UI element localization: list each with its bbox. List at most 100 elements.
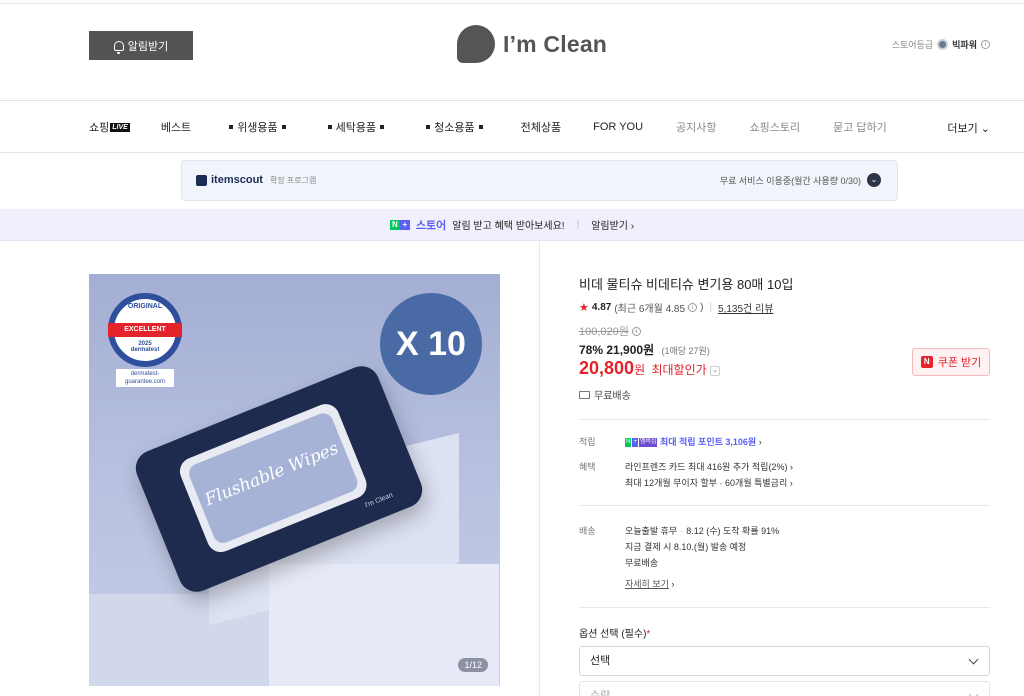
original-price-value: 100,020원 <box>579 326 629 338</box>
original-price: 100,020원 i <box>579 323 641 339</box>
square-bullet-icon <box>380 125 385 129</box>
nav-item-label: 묻고 답하기 <box>833 122 887 134</box>
discount-price-value: 21,900원 <box>606 343 655 357</box>
banner-link-label: 알림받기 <box>591 221 628 232</box>
store-grade-name: 빅파워 <box>952 40 977 50</box>
square-bullet-icon <box>281 125 286 129</box>
rating-recent: (최근 6개월 4.85 <box>614 304 686 315</box>
product-image[interactable]: Flushable Wipes I'm Clean X 10 ORIGINAL … <box>89 274 500 686</box>
nav-item-label: 전체상품 <box>520 122 562 134</box>
rating-recent-close: ) <box>700 302 704 313</box>
benefit-line-2[interactable]: 최대 12개월 무이자 할부 · 60개월 특별금리 › <box>625 476 793 489</box>
nav-item-label: 쇼핑스토리 <box>749 122 801 134</box>
membership-tag: 멤버십 <box>638 438 658 448</box>
quantity-select[interactable]: 수량 <box>579 681 990 696</box>
final-price[interactable]: 20,800원 최대할인가 ⌄ <box>579 358 720 379</box>
brand-name: I’m Clean <box>503 30 608 57</box>
nav-item-cleaning[interactable]: 청소용품 <box>422 119 486 135</box>
delivery-eta: 8.12 (수) 도착 확률 91% <box>686 526 780 536</box>
delivery-line-2: 지금 결제 시 8.10.(월) 발송 예정 <box>625 542 747 552</box>
square-bullet-icon <box>478 125 483 129</box>
seal-top-text: ORIGINAL <box>127 303 163 310</box>
naver-store-label: 스토어 <box>415 219 447 232</box>
delivery-line-3: 무료배송 <box>625 558 659 568</box>
seal-band-text: EXCELLENT <box>108 323 182 337</box>
chevron-right-icon: › <box>671 579 675 589</box>
nav-item-label: 베스트 <box>160 122 192 134</box>
store-grade-label: 스토어등급 <box>891 40 934 50</box>
banner-message: 알림 받고 혜택 받아보세요! <box>452 221 565 232</box>
naver-n-icon: N <box>920 356 933 368</box>
option-select[interactable]: 선택 <box>579 646 990 676</box>
product-title: 비데 물티슈 비데티슈 변기용 80매 10입 <box>579 277 794 292</box>
divider: | <box>709 302 713 313</box>
nav-item-laundry[interactable]: 세탁용품 <box>324 119 388 135</box>
free-shipping: 무료배송 <box>579 387 631 402</box>
info-icon[interactable]: i <box>688 303 698 312</box>
alarm-subscribe-button[interactable]: 알림받기 <box>89 31 193 60</box>
benefit-text: 최대 12개월 무이자 할부 · 60개월 특별금리 <box>625 478 788 488</box>
nav-item-all-products[interactable]: 전체상품 <box>521 119 561 135</box>
chevron-down-icon[interactable]: ⌄ <box>710 365 720 376</box>
points-value-text: 최대 적립 포인트 3,106원 <box>659 437 757 447</box>
wipes-pack-label: Flushable Wipes <box>186 410 361 546</box>
rating-summary: ★ 4.87 (최근 6개월 4.85 i) | 5,135건 리뷰 <box>579 300 773 315</box>
required-mark: * <box>646 629 651 640</box>
chevron-down-icon: ⌄ <box>980 123 990 135</box>
store-logo[interactable]: I’m Clean <box>457 24 607 64</box>
wipes-pack-lid: Flushable Wipes <box>175 399 371 557</box>
nav-item-hygiene[interactable]: 위생용품 <box>225 119 289 135</box>
points-value[interactable]: N + 멤버십 최대 적립 포인트 3,106원 › <box>625 435 762 448</box>
coupon-button[interactable]: N 쿠폰 받기 <box>912 348 990 376</box>
nav-item-notice[interactable]: 공지사항 <box>676 119 716 135</box>
option-label-text: 옵션 선택 (필수) <box>579 629 647 640</box>
seal-brand: dermatest <box>130 347 160 353</box>
naver-plus-membership-icon: N + 멤버십 <box>625 438 658 448</box>
nav-item-label: 공지사항 <box>676 122 717 134</box>
nav-more-label: 더보기 <box>947 123 978 135</box>
delivery-status: 오늘출발 휴무 <box>625 526 678 536</box>
itemscout-status-text: 무료 서비스 이용중(월간 사용량 0/30) <box>719 175 861 186</box>
divider: · <box>680 526 684 536</box>
banner-alarm-link[interactable]: 알림받기 › <box>591 217 634 232</box>
image-pager: 1/12 <box>458 658 488 672</box>
benefit-line-1[interactable]: 라인프렌즈 카드 최대 416원 추가 적립(2%) › <box>625 460 793 473</box>
chevron-right-icon: › <box>789 478 793 488</box>
nav-item-label: 쇼핑 <box>89 122 110 134</box>
quantity-badge: X 10 <box>380 293 482 395</box>
nav-more-button[interactable]: 더보기 ⌄ <box>947 120 990 136</box>
dermatest-seal: ORIGINAL EXCELLENT 2025 dermatest dermate… <box>108 293 182 393</box>
wipes-pack-brand: I'm Clean <box>364 491 394 510</box>
info-icon[interactable]: i <box>631 326 641 336</box>
itemscout-sub: 확장 프로그램 <box>269 175 317 185</box>
bell-icon <box>113 40 124 54</box>
discount-rate: 78% <box>579 343 604 357</box>
divider <box>579 505 990 506</box>
brand-mark-icon <box>457 25 495 63</box>
nav-item-label: FOR YOU <box>593 121 644 133</box>
unit-price: (1매당 27원) <box>661 346 710 356</box>
final-price-won: 원 <box>634 363 646 377</box>
final-price-label: 최대할인가 <box>651 363 707 377</box>
store-header: 알림받기 I’m Clean 스토어등급 빅파워 i <box>0 4 1024 101</box>
review-count-link[interactable]: 5,135건 리뷰 <box>718 300 773 315</box>
nav-item-shopping-live[interactable]: 쇼핑 LIVE <box>89 119 130 135</box>
free-shipping-text: 무료배송 <box>594 391 631 402</box>
nav-item-label: 청소용품 <box>434 122 475 134</box>
option-label: 옵션 선택 (필수)* <box>579 625 650 640</box>
delivery-detail-link[interactable]: 자세히 보기 › <box>625 577 674 590</box>
chevron-right-icon: › <box>789 462 793 472</box>
info-icon[interactable]: i <box>981 40 990 49</box>
itemscout-logo: itemscout 확장 프로그램 <box>196 174 316 186</box>
category-nav: 쇼핑 LIVE 베스트 위생용품 세탁용품 청소용품 전체상품 FOR YOU 공… <box>0 101 1024 153</box>
nav-item-qna[interactable]: 묻고 답하기 <box>833 119 887 135</box>
nav-item-shopping-story[interactable]: 쇼핑스토리 <box>750 119 801 135</box>
itemscout-status: 무료 서비스 이용중(월간 사용량 0/30) ⌄ <box>720 173 881 187</box>
naver-store-alarm-banner: N + 스토어 알림 받고 혜택 받아보세요! | 알림받기 › <box>0 209 1024 241</box>
nav-item-for-you[interactable]: FOR YOU <box>593 121 643 133</box>
nav-item-best[interactable]: 베스트 <box>161 119 191 135</box>
store-grade: 스토어등급 빅파워 i <box>892 38 990 51</box>
divider: | <box>576 219 580 230</box>
chevron-down-circle-icon[interactable]: ⌄ <box>867 173 881 187</box>
square-bullet-icon <box>426 125 431 129</box>
